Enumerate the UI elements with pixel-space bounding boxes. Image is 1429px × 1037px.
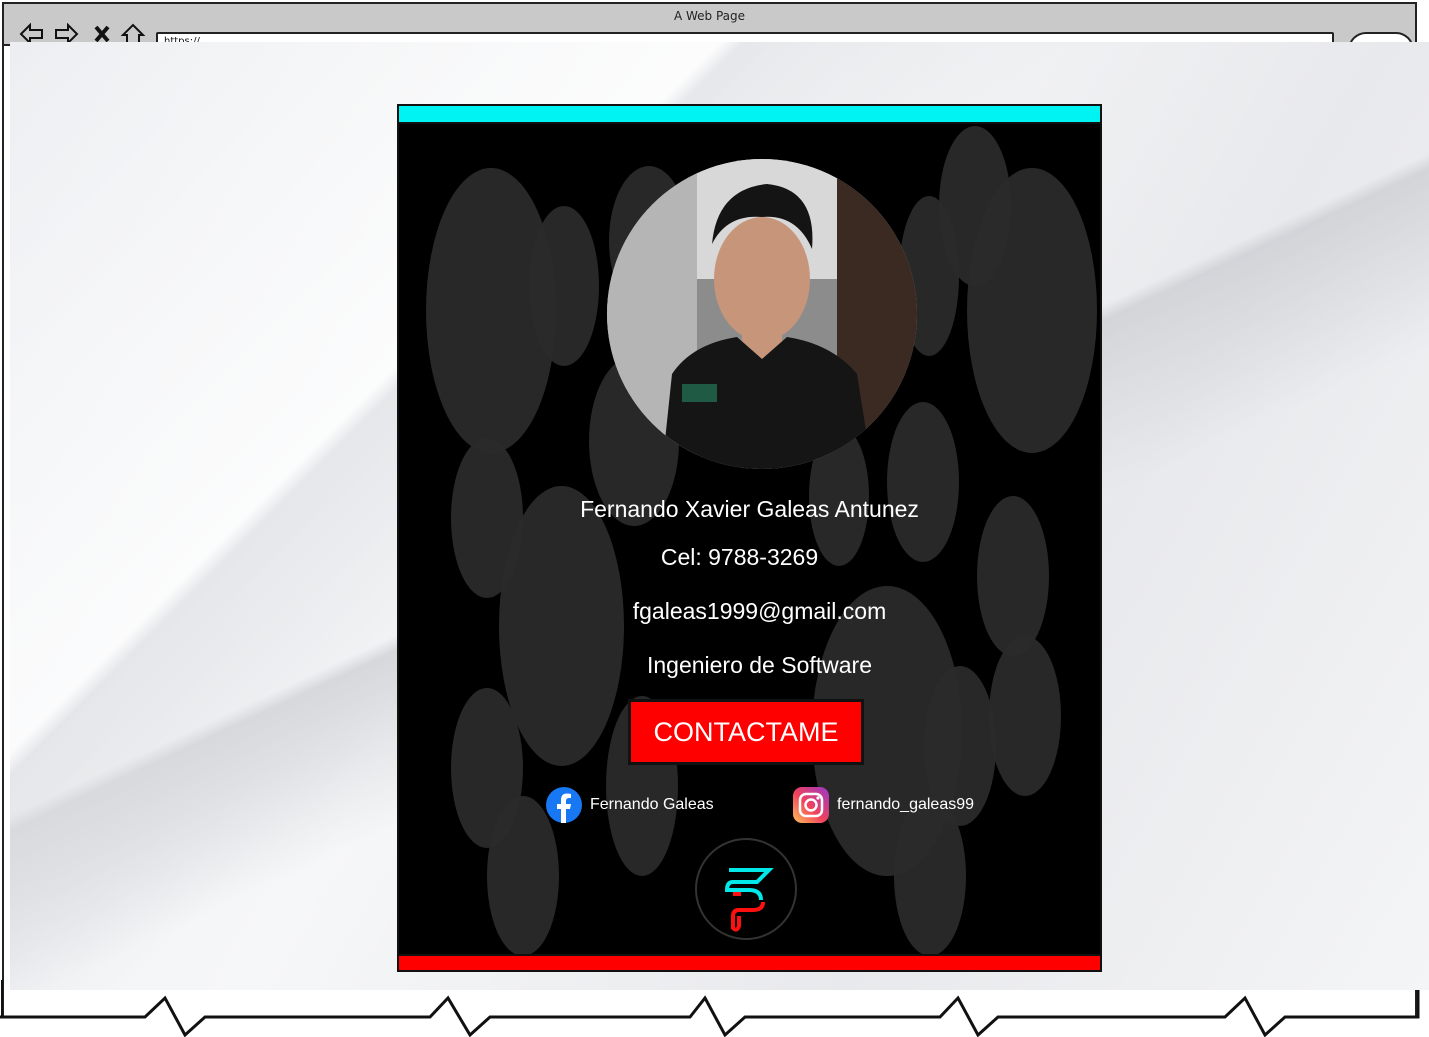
logo-icon — [724, 868, 774, 932]
contact-button[interactable]: CONTACTAME — [628, 699, 864, 765]
instagram-link[interactable]: fernando_galeas99 — [793, 787, 974, 823]
profile-phone: Cel: 9788-3269 — [660, 544, 819, 570]
brand-logo — [695, 838, 797, 940]
decorative-bubble — [887, 402, 959, 562]
instagram-label: fernando_galeas99 — [837, 796, 975, 813]
profile-name: Fernando Xavier Galeas Antunez — [580, 496, 919, 522]
profile-avatar — [607, 159, 917, 469]
decorative-bubble — [529, 206, 599, 366]
accent-bar-bottom — [399, 954, 1100, 970]
window-title: A Web Page — [673, 9, 746, 23]
title-bar: A Web Page https:// — [4, 4, 1415, 54]
profile-role: Ingeniero de Software — [646, 652, 873, 678]
torn-page-edge — [0, 980, 1420, 1037]
accent-bar-top — [399, 106, 1100, 124]
decorative-bubble — [967, 168, 1097, 453]
instagram-icon — [793, 787, 829, 823]
facebook-icon — [546, 787, 582, 823]
facebook-label: Fernando Galeas — [590, 796, 714, 813]
profile-card: Fernando Xavier Galeas Antunez Cel: 9788… — [397, 104, 1102, 972]
profile-email: fgaleas1999@gmail.com — [632, 598, 887, 624]
facebook-link[interactable]: Fernando Galeas — [546, 787, 714, 823]
decorative-bubble — [499, 486, 624, 766]
